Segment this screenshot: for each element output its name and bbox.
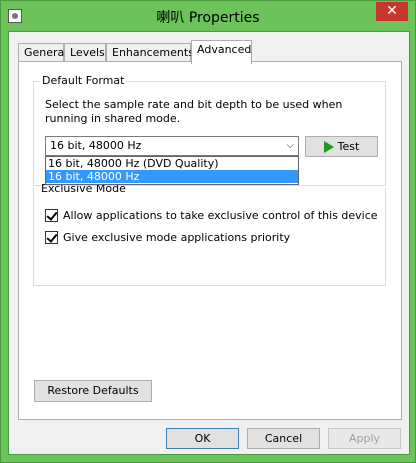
allow-exclusive-label[interactable]: Allow applications to take exclusive con… [63, 209, 378, 223]
dialog-client: General Levels Enhancements Advanced Def… [8, 31, 410, 455]
tab-general[interactable]: General [18, 43, 67, 62]
title-bar[interactable]: 喇叭 Properties ✕ [1, 1, 415, 33]
allow-exclusive-checkbox[interactable] [45, 209, 58, 222]
chevron-down-icon: ⌵ [286, 140, 294, 151]
tab-advanced[interactable]: Advanced [191, 40, 252, 64]
advanced-panel: Default Format Select the sample rate an… [18, 61, 402, 420]
format-option[interactable]: 16 bit, 48000 Hz (DVD Quality) [46, 157, 298, 170]
window-title: 喇叭 Properties [156, 10, 260, 26]
format-dropdown-list: 16 bit, 48000 Hz (DVD Quality) 16 bit, 4… [45, 156, 299, 185]
tab-enhancements[interactable]: Enhancements [106, 43, 194, 62]
format-select-value: 16 bit, 48000 Hz [50, 139, 142, 152]
close-button[interactable]: ✕ [376, 2, 408, 21]
format-select[interactable]: 16 bit, 48000 Hz ⌵ [45, 136, 299, 156]
play-icon [323, 141, 334, 153]
test-button-label: Test [337, 140, 360, 153]
test-button[interactable]: Test [305, 136, 378, 157]
tab-levels[interactable]: Levels [64, 43, 106, 62]
default-format-description: Select the sample rate and bit depth to … [45, 98, 343, 125]
default-format-label: Default Format [40, 74, 127, 87]
ok-button[interactable]: OK [166, 428, 239, 449]
exclusive-priority-label[interactable]: Give exclusive mode applications priorit… [63, 231, 290, 245]
restore-defaults-button[interactable]: Restore Defaults [34, 380, 152, 402]
exclusive-priority-checkbox[interactable] [45, 231, 58, 244]
cancel-button[interactable]: Cancel [247, 428, 320, 449]
properties-window: 喇叭 Properties ✕ General Levels Enhanceme… [0, 0, 416, 463]
format-option-selected[interactable]: 16 bit, 48000 Hz [46, 170, 298, 183]
apply-button[interactable]: Apply [328, 428, 401, 449]
